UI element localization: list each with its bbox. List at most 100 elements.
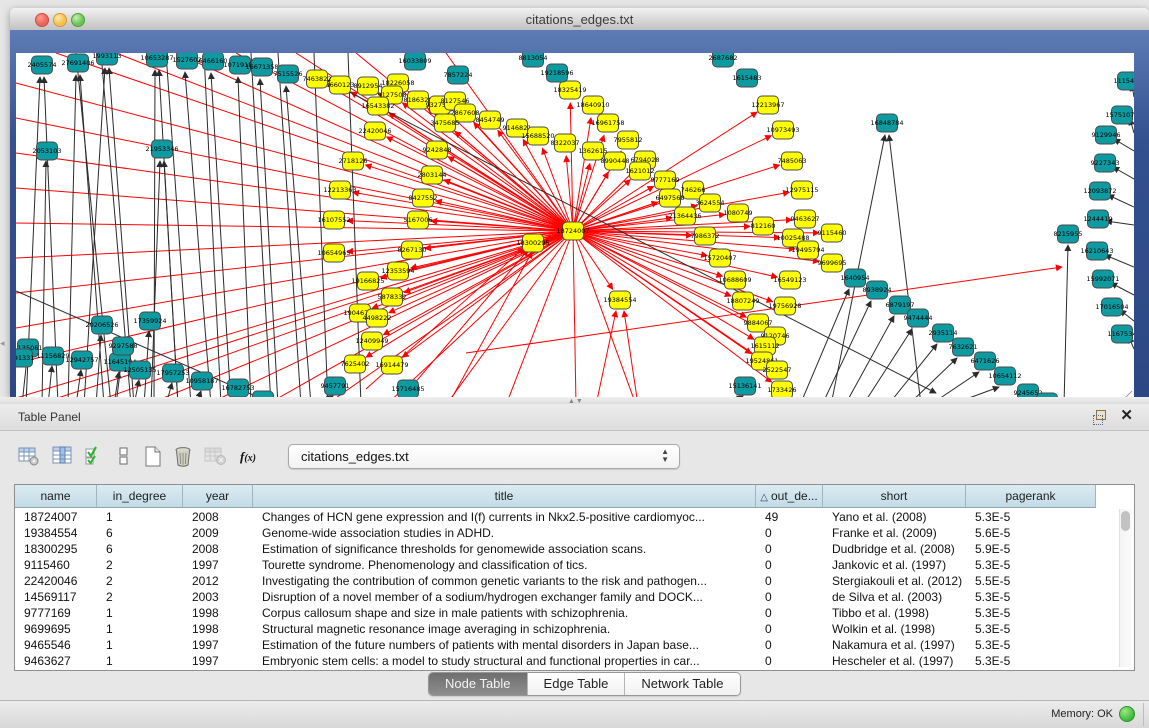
table-cell[interactable]: 49 (756, 509, 823, 525)
network-node[interactable]: 5167006 (404, 211, 433, 229)
table-cell[interactable]: 0 (756, 637, 823, 653)
network-node[interactable]: 1527602 (173, 53, 202, 69)
table-cell[interactable]: 1 (97, 509, 183, 525)
network-node[interactable]: 19218596 (540, 64, 573, 82)
network-node[interactable]: 12942757 (65, 351, 98, 369)
table-cell[interactable]: 2008 (183, 541, 253, 557)
network-node[interactable]: 12975115 (785, 181, 818, 199)
citation-edge-black[interactable] (1113, 167, 1134, 179)
network-canvas[interactable]: 1872400718300295193845548660123891295418… (16, 53, 1134, 405)
table-cell[interactable]: 22420046 (15, 573, 97, 589)
network-node[interactable]: 18807249 (726, 292, 759, 310)
citation-edge-black[interactable] (348, 53, 361, 405)
network-node[interactable]: 8215955 (1054, 225, 1083, 243)
table-cell[interactable]: 5.3E-5 (966, 653, 1096, 669)
network-node[interactable]: 16549123 (773, 271, 806, 289)
citation-edge-red[interactable] (402, 231, 573, 357)
network-node[interactable]: 12353594 (381, 262, 414, 280)
table-cell[interactable]: Estimation of the future numbers of pati… (253, 637, 756, 653)
citation-edge-red[interactable] (16, 231, 573, 398)
column-header-title[interactable]: title (253, 485, 756, 508)
tab-network-table[interactable]: Network Table (625, 673, 739, 695)
table-row[interactable]: 977716911998Corpus callosum shape and si… (15, 605, 1134, 621)
citation-edge-black[interactable] (1111, 283, 1134, 295)
network-node[interactable]: 2405574 (28, 56, 57, 74)
network-node[interactable]: 7857224 (444, 66, 473, 84)
table-cell[interactable]: 0 (756, 653, 823, 669)
column-header-name[interactable]: name (15, 485, 97, 508)
table-cell[interactable]: Genome-wide association studies in ADHD. (253, 525, 756, 541)
network-node[interactable]: 2053103 (33, 142, 62, 160)
network-node[interactable]: 9457791 (321, 377, 350, 395)
network-node[interactable]: 16210643 (1080, 242, 1113, 260)
network-node[interactable]: 8427552 (409, 189, 438, 207)
citation-edge-red[interactable] (573, 164, 590, 231)
citation-edge-black[interactable] (286, 86, 311, 405)
table-cell[interactable]: 5.3E-5 (966, 637, 1096, 653)
network-node[interactable]: 9699695 (818, 254, 847, 272)
table-cell[interactable]: 1 (97, 621, 183, 637)
network-node[interactable]: 12093872 (1083, 182, 1116, 200)
network-node[interactable]: 9242848 (423, 141, 452, 159)
network-node[interactable]: 6471626 (971, 352, 1000, 370)
table-row[interactable]: 946362711997Embryonic stem cells: a mode… (15, 653, 1134, 669)
table-cell[interactable]: 0 (756, 541, 823, 557)
table-row[interactable]: 969969511998Structural magnetic resonanc… (15, 621, 1134, 637)
network-node[interactable]: 18640910 (576, 96, 609, 114)
network-node[interactable]: 1080749 (724, 204, 753, 222)
table-cell[interactable]: Corpus callosum shape and size in male p… (253, 605, 756, 621)
network-node[interactable]: 19756928 (768, 297, 801, 315)
node-table[interactable]: namein_degreeyeartitle△out_de...shortpag… (14, 484, 1135, 671)
network-node[interactable]: 7632621 (949, 338, 978, 356)
table-cell[interactable]: Stergiakouli et al. (2012) (823, 573, 966, 589)
table-row[interactable]: 1872400712008Changes of HCN gene express… (15, 509, 1134, 525)
network-node[interactable]: 8813054 (519, 53, 548, 67)
table-cell[interactable]: 0 (756, 621, 823, 637)
function-builder-button[interactable]: f(x) (240, 448, 264, 472)
table-cell[interactable]: 2003 (183, 589, 253, 605)
citation-edge-black[interactable] (96, 335, 101, 405)
column-header-out_de[interactable]: △out_de... (756, 485, 823, 508)
table-cell[interactable]: Franke et al. (2009) (823, 525, 966, 541)
close-panel-icon[interactable]: ✕ (1120, 408, 1133, 424)
citation-edge-black[interactable] (211, 73, 231, 405)
table-cell[interactable]: 1997 (183, 557, 253, 573)
new-column-button[interactable] (142, 446, 166, 470)
citation-edge-black[interactable] (154, 70, 155, 405)
citation-edge-black[interactable] (1064, 245, 1068, 405)
network-node[interactable]: 8267130 (398, 241, 427, 259)
network-node[interactable]: 3475685 (431, 114, 460, 132)
table-row[interactable]: 2242004622012Investigating the contribut… (15, 573, 1134, 589)
network-node[interactable]: 2803144 (418, 166, 447, 184)
panel-splitter[interactable]: ▲▼ (0, 397, 1149, 404)
network-node[interactable]: 20206526 (85, 316, 118, 334)
network-node[interactable]: 17359924 (133, 312, 166, 330)
tab-node-table[interactable]: Node Table (429, 673, 528, 695)
network-node[interactable]: 2687682 (709, 53, 738, 67)
table-cell[interactable]: 2 (97, 589, 183, 605)
citation-edge-red[interactable] (365, 165, 573, 231)
table-cell[interactable]: 0 (756, 557, 823, 573)
table-cell[interactable]: Hescheler et al. (1997) (823, 653, 966, 669)
network-node[interactable]: 8454749 (476, 111, 505, 129)
network-node[interactable]: 9227343 (1091, 154, 1120, 172)
network-node[interactable]: 15751074 (1105, 106, 1134, 124)
table-cell[interactable]: 2 (97, 573, 183, 589)
table-cell[interactable]: 5.3E-5 (966, 557, 1096, 573)
network-node[interactable]: 21364436 (668, 207, 701, 225)
column-header-short[interactable]: short (823, 485, 966, 508)
citation-edge-black[interactable] (889, 135, 921, 405)
network-node[interactable]: 9463627 (791, 210, 820, 228)
citation-edge-black[interactable] (800, 289, 849, 405)
table-cell[interactable]: Investigating the contribution of common… (253, 573, 756, 589)
network-node[interactable]: 1993113 (93, 53, 122, 65)
citation-edge-black[interactable] (260, 79, 278, 405)
select-all-button[interactable] (84, 446, 108, 470)
table-cell[interactable]: 1 (97, 605, 183, 621)
network-node[interactable]: 2522547 (763, 361, 792, 379)
table-cell[interactable]: Structural magnetic resonance image aver… (253, 621, 756, 637)
table-selector-combobox[interactable]: citations_edges.txt ▲▼ (288, 444, 680, 469)
tab-edge-table[interactable]: Edge Table (528, 673, 626, 695)
table-cell[interactable]: 1998 (183, 621, 253, 637)
table-cell[interactable]: 18300295 (15, 541, 97, 557)
